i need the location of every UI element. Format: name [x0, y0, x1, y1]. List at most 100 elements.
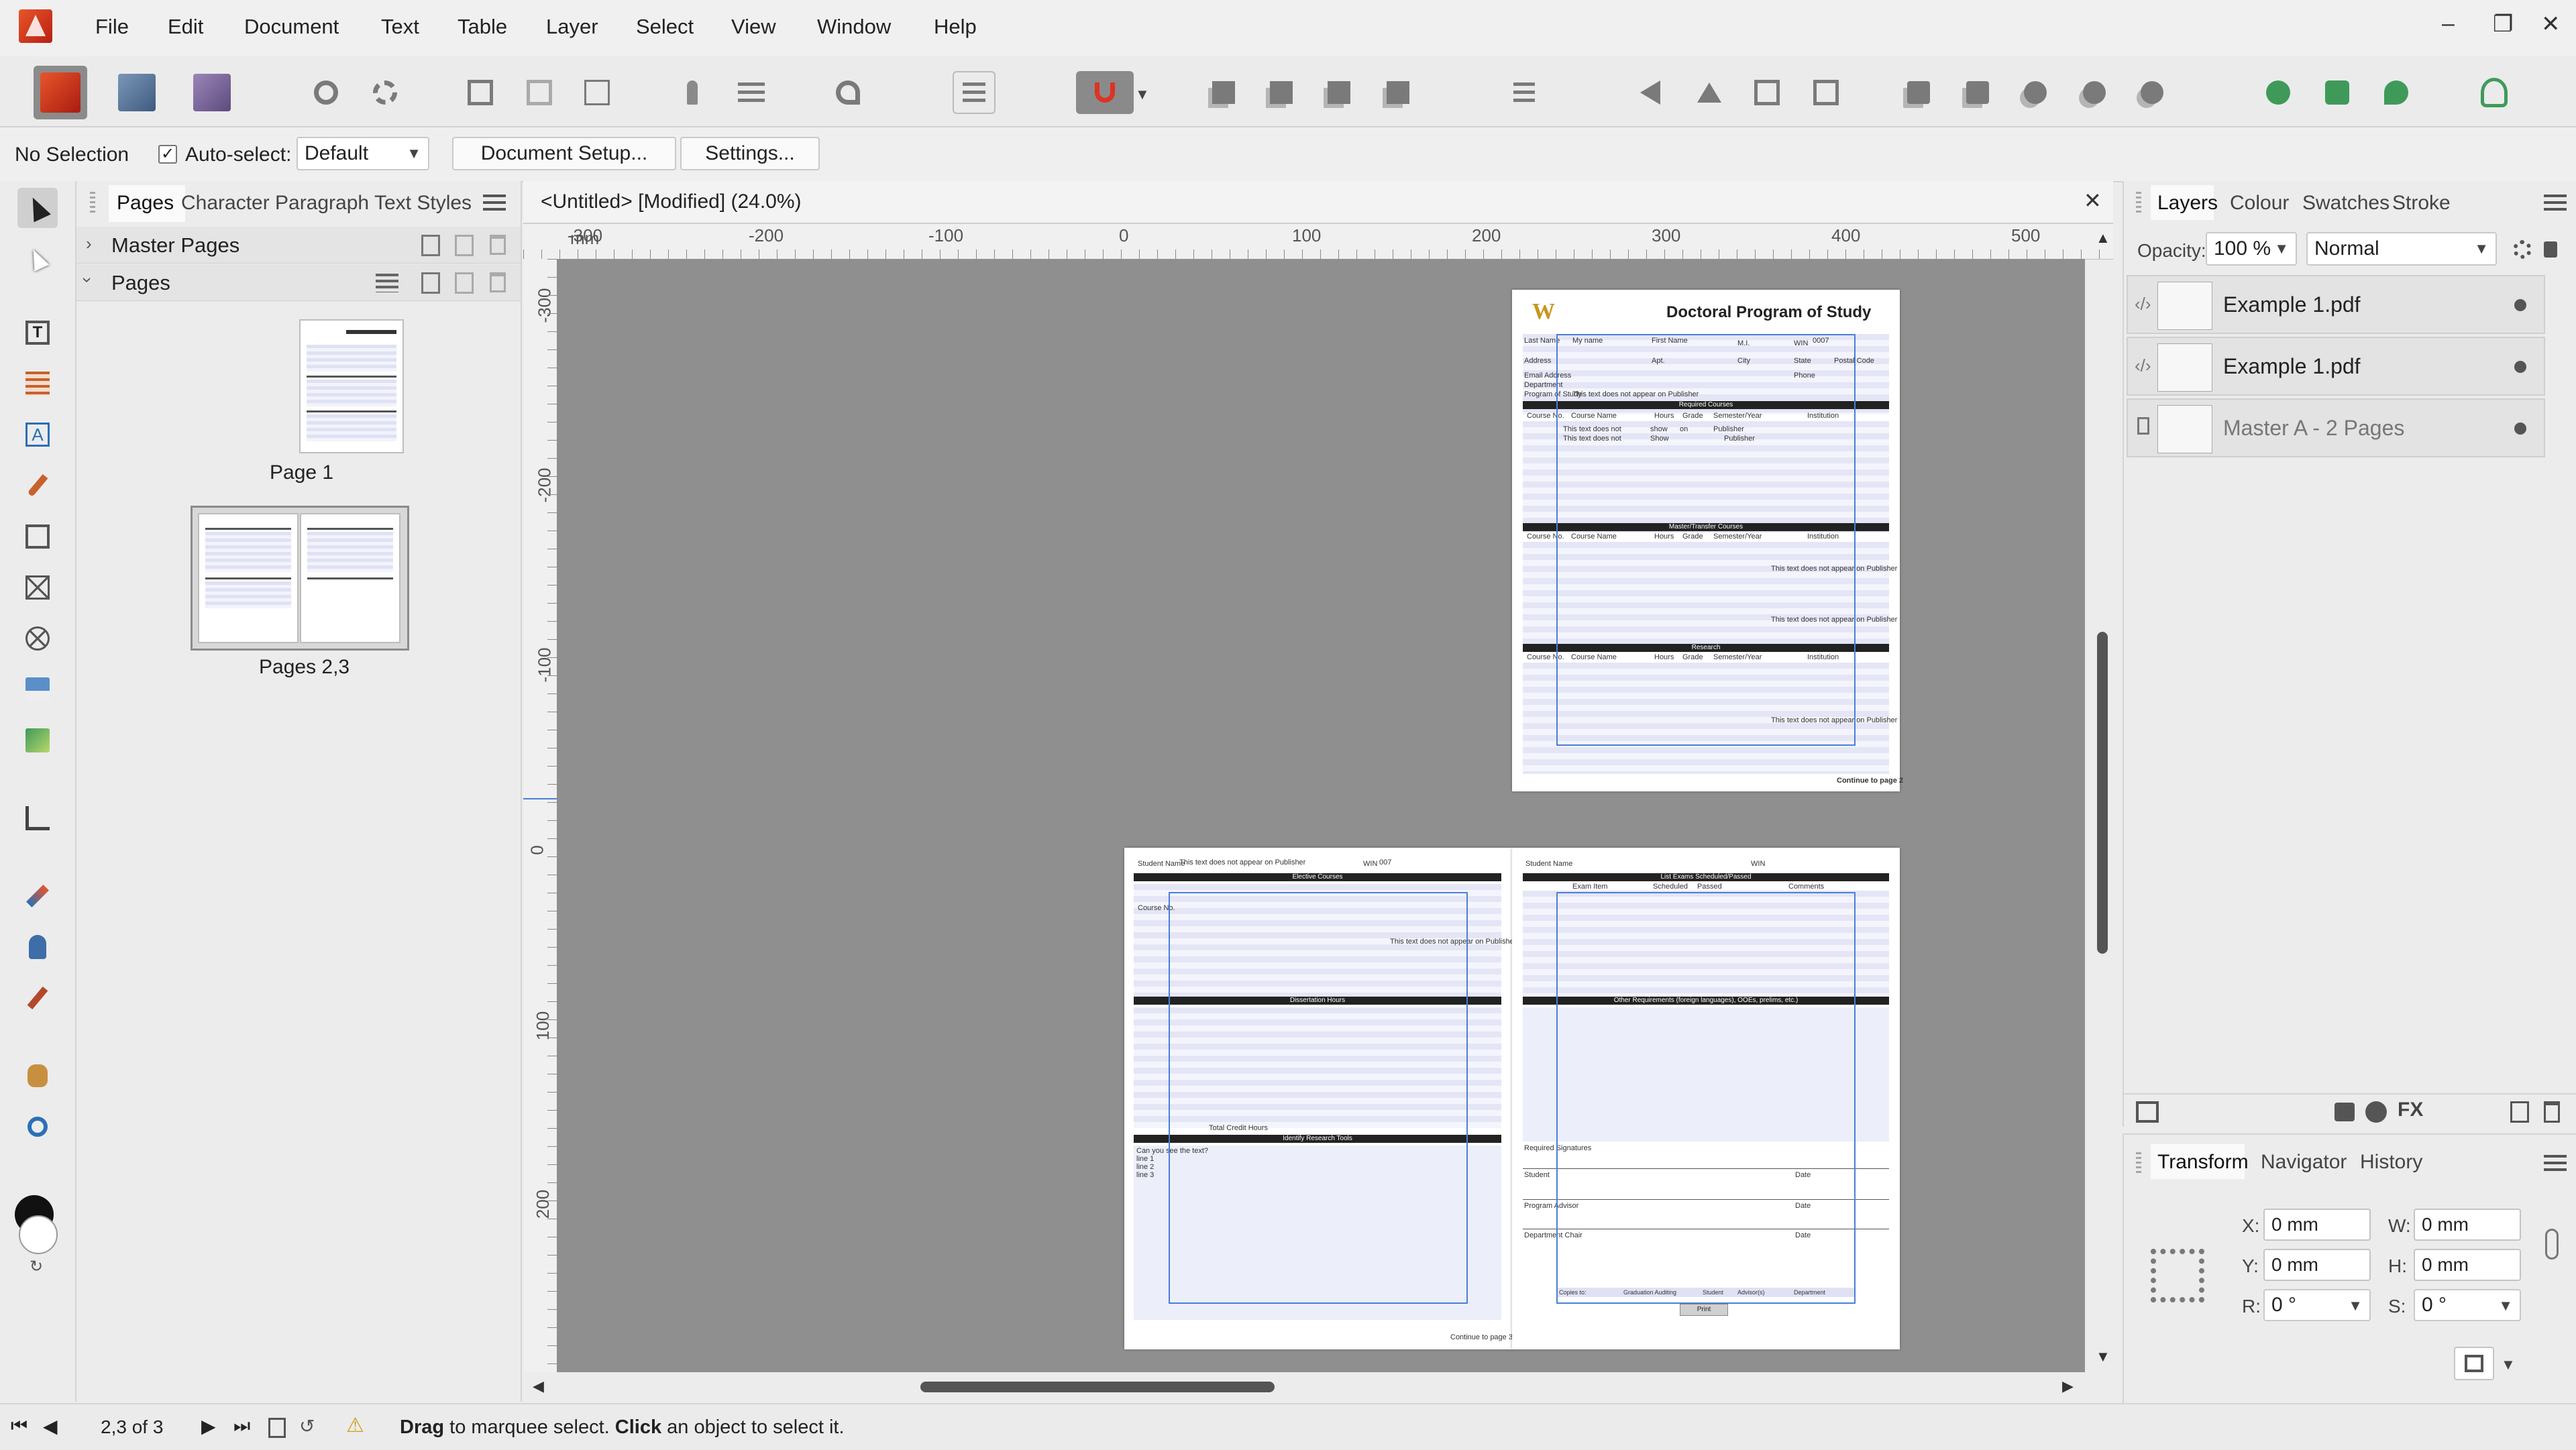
- page-1-thumbnail[interactable]: [299, 319, 404, 453]
- move-forward-one-icon[interactable]: [1318, 71, 1360, 114]
- ellipse-frame-tool-icon[interactable]: [17, 618, 58, 659]
- rectangle-tool-icon[interactable]: [17, 516, 58, 557]
- tab-pages[interactable]: Pages: [117, 192, 174, 215]
- pages-section[interactable]: › Pages: [76, 264, 521, 301]
- add-layer-icon[interactable]: [2510, 1101, 2529, 1123]
- close-document-icon[interactable]: ✕: [2084, 188, 2102, 213]
- scroll-down-icon[interactable]: ▼: [2096, 1348, 2110, 1365]
- layer-row[interactable]: ‹/› Example 1.pdf: [2127, 275, 2545, 334]
- chevron-right-icon[interactable]: ›: [86, 233, 92, 254]
- tab-character[interactable]: Character: [181, 192, 270, 215]
- print-button[interactable]: Print: [1680, 1304, 1728, 1316]
- width-input[interactable]: 0 mm: [2414, 1209, 2521, 1241]
- scroll-left-icon[interactable]: ◀: [533, 1378, 544, 1395]
- place-image-tool-icon[interactable]: [17, 669, 58, 710]
- page-2[interactable]: Student Name This text does not appear o…: [1124, 848, 1516, 1349]
- fx-icon[interactable]: FX: [2398, 1099, 2423, 1121]
- swap-colors-icon[interactable]: ↻: [30, 1257, 43, 1276]
- panel-menu-icon[interactable]: [483, 194, 506, 211]
- visibility-dot-icon[interactable]: [2514, 299, 2526, 311]
- previous-page-icon[interactable]: ◀: [43, 1415, 58, 1437]
- menu-table[interactable]: Table: [458, 15, 507, 39]
- artistic-text-tool-icon[interactable]: A: [17, 414, 58, 455]
- delete-layer-icon[interactable]: [2544, 1101, 2560, 1123]
- auto-select-checkbox[interactable]: ✓: [158, 145, 177, 164]
- document-tab-title[interactable]: <Untitled> [Modified] (24.0%): [541, 190, 802, 213]
- color-picker-tool-icon[interactable]: [17, 978, 58, 1018]
- vertical-ruler[interactable]: -300 -200 -100 0 100 200: [523, 259, 557, 1372]
- menu-view[interactable]: View: [731, 15, 776, 39]
- fill-tool-icon[interactable]: [17, 876, 58, 916]
- lock-icon[interactable]: [2544, 241, 2557, 258]
- node-tool-icon[interactable]: [17, 239, 58, 279]
- anchor-point-selector[interactable]: [2151, 1249, 2204, 1302]
- picture-frame-tool-icon[interactable]: [17, 567, 58, 608]
- panel-menu-icon[interactable]: [2544, 1155, 2567, 1171]
- panel-gripper-icon[interactable]: [2136, 192, 2141, 215]
- warning-icon[interactable]: ⚠: [346, 1414, 364, 1437]
- next-page-icon[interactable]: ▶: [201, 1415, 216, 1437]
- tab-paragraph[interactable]: Paragraph: [275, 192, 369, 215]
- duplicate-page-icon[interactable]: [455, 272, 474, 294]
- close-window-button[interactable]: ✕: [2541, 11, 2561, 38]
- horizontal-scroll-thumb[interactable]: [920, 1382, 1275, 1392]
- text-frame-outline[interactable]: [1556, 892, 1856, 1304]
- horizontal-scrollbar[interactable]: ◀ ▶: [523, 1374, 2113, 1400]
- flip-horizontal-icon[interactable]: [1629, 71, 1672, 114]
- chevron-down-icon[interactable]: ▼: [2501, 1356, 2516, 1374]
- panel-gripper-icon[interactable]: [2136, 1152, 2141, 1175]
- preferences-gear-icon[interactable]: [305, 71, 347, 114]
- publisher-persona-icon[interactable]: [34, 66, 87, 119]
- menu-help[interactable]: Help: [934, 15, 977, 39]
- menu-window[interactable]: Window: [817, 15, 891, 39]
- menu-text[interactable]: Text: [381, 15, 419, 39]
- view-mode-normal-icon[interactable]: [459, 71, 502, 114]
- tab-navigator[interactable]: Navigator: [2261, 1151, 2347, 1174]
- boolean-xor-icon[interactable]: [2073, 71, 2116, 114]
- page-1[interactable]: W Doctoral Program of Study Last Name My…: [1512, 290, 1903, 791]
- visibility-dot-icon[interactable]: [2514, 361, 2526, 373]
- text-frame-options-icon[interactable]: [953, 71, 996, 114]
- view-mode-clip-icon[interactable]: [576, 71, 619, 114]
- snapping-dropdown-icon[interactable]: ▼: [1135, 86, 1150, 103]
- flip-vertical-icon[interactable]: [1688, 71, 1731, 114]
- height-input[interactable]: 0 mm: [2414, 1249, 2521, 1281]
- frame-text-tool-icon[interactable]: T: [17, 313, 58, 353]
- restore-button[interactable]: ❐: [2493, 11, 2513, 38]
- layer-row[interactable]: Master A - 2 Pages: [2127, 398, 2545, 457]
- delete-page-icon[interactable]: [490, 272, 506, 292]
- menu-document[interactable]: Document: [244, 15, 339, 39]
- pin-icon[interactable]: [671, 71, 714, 114]
- delete-master-icon[interactable]: [490, 235, 506, 255]
- boolean-subtract-icon[interactable]: [1956, 71, 1999, 114]
- insert-pie-icon[interactable]: [2375, 71, 2418, 114]
- add-page-icon[interactable]: [421, 272, 440, 294]
- table-tool-icon[interactable]: [17, 364, 58, 404]
- adjustment-icon[interactable]: [2365, 1101, 2387, 1123]
- view-hand-tool-icon[interactable]: [17, 1056, 58, 1096]
- vertical-scroll-thumb[interactable]: [2097, 632, 2108, 954]
- account-user-icon[interactable]: [2473, 71, 2516, 114]
- insert-shape-icon[interactable]: [2257, 71, 2300, 114]
- settings-button[interactable]: Settings...: [680, 137, 820, 170]
- transform-origin-button[interactable]: [2454, 1347, 2494, 1380]
- designer-persona-icon[interactable]: [185, 66, 239, 119]
- menu-file[interactable]: File: [95, 15, 129, 39]
- horizontal-ruler[interactable]: mm: [523, 224, 2113, 260]
- add-mask-icon[interactable]: [2334, 1103, 2355, 1121]
- last-page-icon[interactable]: ⏭: [233, 1415, 250, 1437]
- page-options-icon[interactable]: [376, 274, 398, 292]
- view-mode-bleed-icon[interactable]: [518, 71, 561, 114]
- tab-stroke[interactable]: Stroke: [2392, 192, 2451, 215]
- photo-persona-icon[interactable]: [110, 66, 164, 119]
- boolean-divide-icon[interactable]: [2131, 71, 2174, 114]
- pages-2-3-thumbnail[interactable]: [191, 506, 409, 651]
- add-master-icon[interactable]: [421, 235, 440, 256]
- boolean-intersect-icon[interactable]: [2014, 71, 2057, 114]
- panel-gripper-icon[interactable]: [90, 192, 95, 215]
- tab-colour[interactable]: Colour: [2230, 192, 2289, 215]
- crop-tool-icon[interactable]: [17, 798, 58, 838]
- link-aspect-icon[interactable]: [2545, 1229, 2559, 1260]
- auto-select-dropdown[interactable]: Default ▼: [297, 137, 429, 170]
- page-view-icon[interactable]: [268, 1418, 286, 1438]
